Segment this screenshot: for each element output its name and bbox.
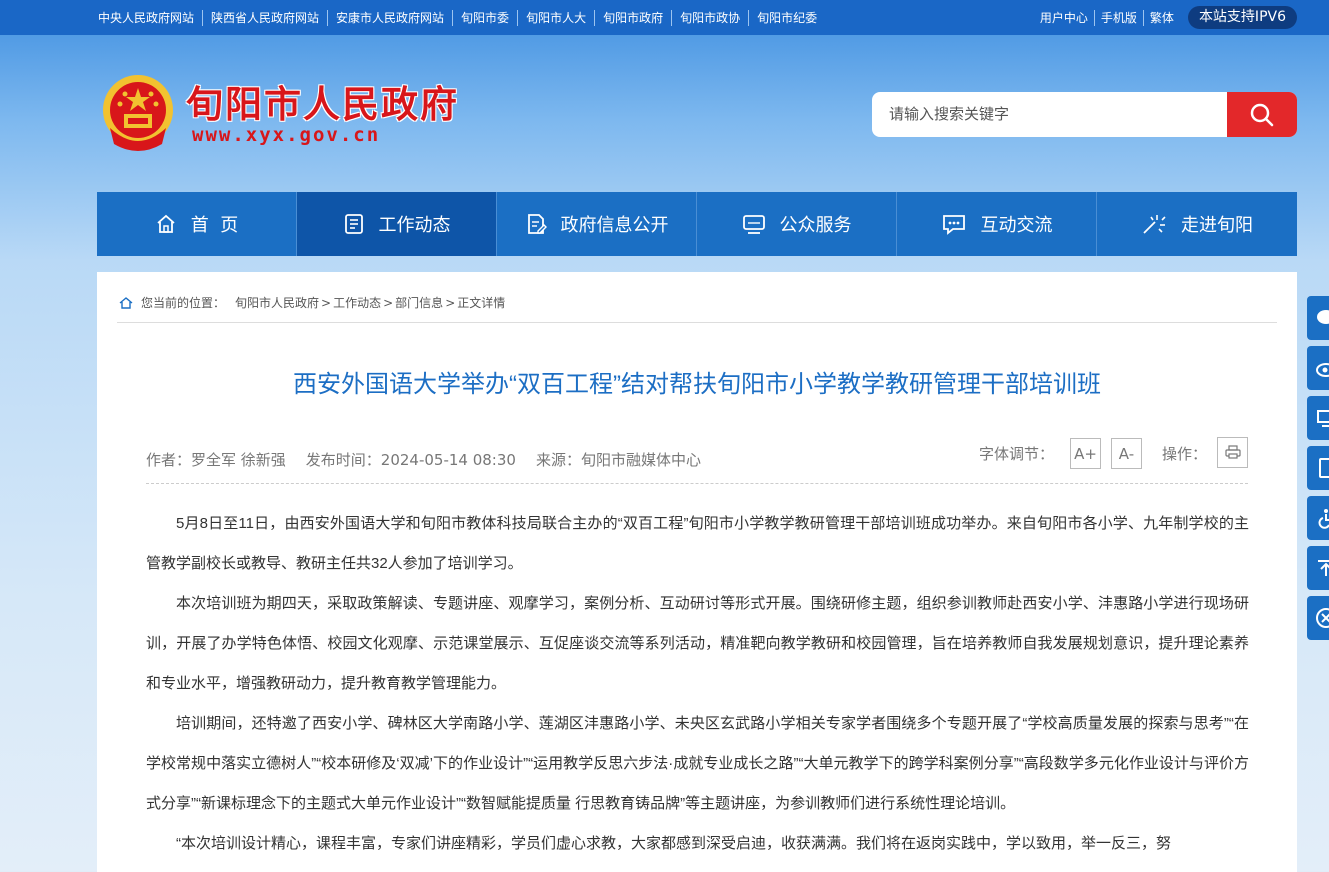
divider bbox=[117, 322, 1277, 323]
top-link-shaanxi-gov[interactable]: 陕西省人民政府网站 bbox=[203, 10, 329, 26]
article-paragraph: 5月8日至11日，由西安外国语大学和旬阳市教体科技局联合主办的“双百工程”旬阳市… bbox=[146, 515, 1249, 572]
article-tools: 字体调节： A+ A- 操作： bbox=[978, 436, 1248, 469]
font-increase-button[interactable]: A+ bbox=[1069, 438, 1101, 469]
nav-work-news[interactable]: 工作动态 bbox=[297, 192, 497, 256]
top-link-npc[interactable]: 旬阳市人大 bbox=[518, 10, 596, 26]
nav-public-service[interactable]: 公众服务 bbox=[697, 192, 897, 256]
search-box bbox=[872, 92, 1297, 137]
top-link-ankang-gov[interactable]: 安康市人民政府网站 bbox=[328, 10, 454, 26]
article-paragraph: “本次培训设计精心，课程丰富，专家们讲座精彩，学员们虚心求教，大家都感到深受启迪… bbox=[176, 835, 1172, 852]
nav-label: 首 页 bbox=[190, 215, 239, 236]
nav-gov-info[interactable]: 政府信息公开 bbox=[497, 192, 697, 256]
user-center-link[interactable]: 用户中心 bbox=[1034, 9, 1095, 26]
article-body: 5月8日至11日，由西安外国语大学和旬阳市教体科技局联合主办的“双百工程”旬阳市… bbox=[146, 504, 1249, 864]
mobile-version-link[interactable]: 手机版 bbox=[1095, 9, 1144, 26]
home-icon bbox=[157, 214, 175, 233]
font-decrease-button[interactable]: A- bbox=[1110, 438, 1142, 469]
search-input[interactable] bbox=[872, 92, 1227, 137]
home-icon bbox=[119, 296, 133, 309]
nav-label: 政府信息公开 bbox=[560, 215, 669, 236]
article-source: 来源：旬阳市融媒体中心 bbox=[535, 451, 701, 469]
sparkle-icon bbox=[1143, 215, 1166, 234]
article-paragraph: 培训期间，还特邀了西安小学、碑林区大学南路小学、莲湖区沣惠路小学、未央区玄武路小… bbox=[146, 715, 1249, 812]
wechat-icon bbox=[1317, 310, 1329, 324]
nav-label: 走进旬阳 bbox=[1181, 215, 1253, 236]
search-icon bbox=[1250, 103, 1274, 126]
accessibility-icon bbox=[1318, 509, 1329, 529]
traditional-chinese-link[interactable]: 繁体 bbox=[1144, 10, 1180, 26]
article-date: 发布时间：2024-05-14 08:30 bbox=[305, 451, 516, 469]
breadcrumb-item[interactable]: 工作动态 bbox=[333, 294, 381, 311]
close-icon bbox=[1316, 608, 1329, 628]
article-meta: 作者：罗全军 徐新强 发布时间：2024-05-14 08:30 来源：旬阳市融… bbox=[146, 449, 721, 470]
article-title: 西安外国语大学举办“双百工程”结对帮扶旬阳市小学教学教研管理干部培训班 bbox=[293, 371, 1101, 398]
print-icon bbox=[1224, 445, 1241, 459]
nav-home[interactable]: 首 页 bbox=[97, 192, 297, 256]
breadcrumb-item[interactable]: 旬阳市人民政府 bbox=[235, 294, 319, 311]
top-link-central-gov[interactable]: 中央人民政府网站 bbox=[98, 10, 204, 26]
monitor-icon bbox=[742, 215, 765, 234]
breadcrumb-prefix: 您当前的位置： bbox=[141, 296, 226, 310]
site-url: www.xyx.gov.cn bbox=[192, 124, 381, 146]
mobile-icon bbox=[1319, 458, 1329, 478]
top-link-discipline[interactable]: 旬阳市纪委 bbox=[749, 10, 825, 26]
print-button[interactable] bbox=[1217, 436, 1248, 468]
nav-label: 公众服务 bbox=[779, 215, 852, 236]
top-link-party-committee[interactable]: 旬阳市委 bbox=[453, 10, 519, 26]
top-right-links: 用户中心 手机版 繁体 本站支持IPV6 bbox=[1034, 6, 1297, 29]
breadcrumb-item[interactable]: 正文详情 bbox=[457, 294, 505, 311]
nav-interaction[interactable]: 互动交流 bbox=[897, 192, 1097, 256]
main-nav: 首 页 工作动态 政府信息公开 公众服务 互动交流 走进旬阳 bbox=[97, 192, 1297, 256]
font-adjust-label: 字体调节： bbox=[978, 445, 1054, 463]
divider bbox=[146, 483, 1248, 484]
breadcrumb-item[interactable]: 部门信息 bbox=[395, 294, 443, 311]
pc-version-button[interactable] bbox=[1307, 396, 1329, 440]
weibo-button[interactable] bbox=[1307, 346, 1329, 390]
article-panel: 您当前的位置： 旬阳市人民政府 > 工作动态 > 部门信息 > 正文详情 西安外国语大… bbox=[97, 272, 1297, 872]
ipv6-badge: 本站支持IPV6 bbox=[1187, 6, 1297, 29]
monitor-icon bbox=[1317, 410, 1329, 427]
close-sidebar-button[interactable] bbox=[1307, 596, 1329, 640]
nav-label: 互动交流 bbox=[980, 215, 1053, 236]
chat-bubble-icon bbox=[942, 215, 965, 235]
nav-label: 工作动态 bbox=[378, 215, 451, 236]
back-to-top-icon bbox=[1318, 560, 1329, 576]
search-button[interactable] bbox=[1227, 92, 1297, 137]
article-author: 作者：罗全军 徐新强 bbox=[146, 451, 286, 469]
mobile-version-button[interactable] bbox=[1307, 446, 1329, 490]
top-links-bar: 中央人民政府网站 陕西省人民政府网站 安康市人民政府网站 旬阳市委 旬阳市人大 … bbox=[0, 0, 1329, 35]
top-link-cppcc[interactable]: 旬阳市政协 bbox=[672, 10, 750, 26]
site-name: 旬阳市人民政府 bbox=[186, 83, 459, 126]
operation-label: 操作： bbox=[1161, 445, 1207, 463]
wechat-button[interactable] bbox=[1307, 296, 1329, 340]
top-links: 中央人民政府网站 陕西省人民政府网站 安康市人民政府网站 旬阳市委 旬阳市人大 … bbox=[98, 10, 825, 26]
floating-sidebar bbox=[1307, 296, 1329, 646]
back-to-top-button[interactable] bbox=[1307, 546, 1329, 590]
file-edit-icon bbox=[527, 214, 547, 234]
document-list-icon bbox=[344, 214, 363, 234]
national-emblem-icon bbox=[103, 75, 173, 151]
article-paragraph: 本次培训班为期四天，采取政策解读、专题讲座、观摩学习，案例分析、互动研讨等形式开… bbox=[146, 595, 1249, 692]
nav-about-xunyang[interactable]: 走进旬阳 bbox=[1097, 192, 1297, 256]
breadcrumb: 您当前的位置： 旬阳市人民政府 > 工作动态 > 部门信息 > 正文详情 bbox=[119, 294, 505, 311]
weibo-icon bbox=[1316, 363, 1329, 377]
accessibility-button[interactable] bbox=[1307, 496, 1329, 540]
top-link-government[interactable]: 旬阳市政府 bbox=[595, 10, 673, 26]
